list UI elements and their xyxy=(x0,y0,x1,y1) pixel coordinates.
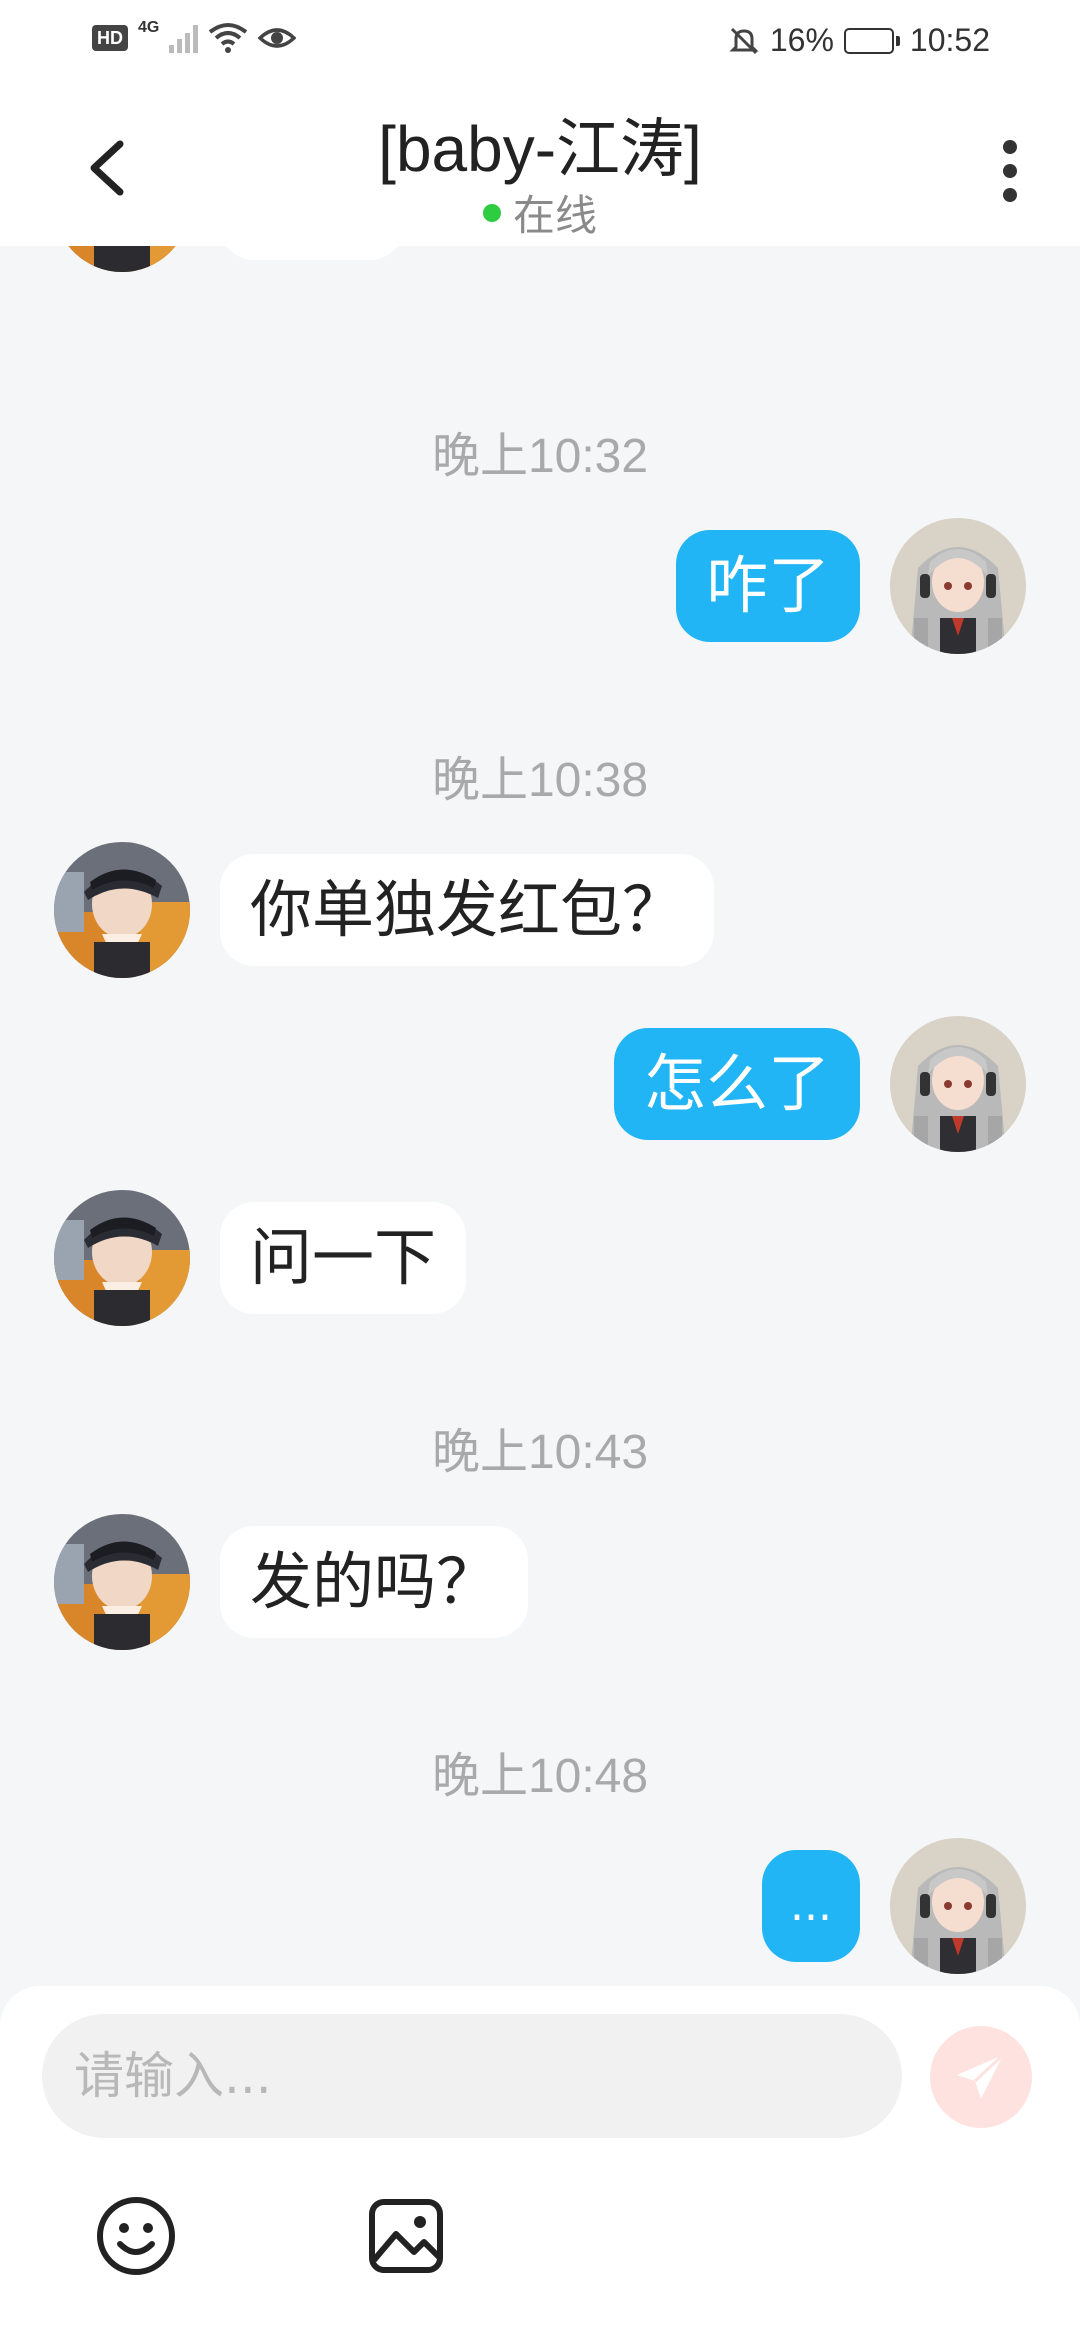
bell-off-icon xyxy=(729,27,759,54)
message-received: 问一下 xyxy=(54,1190,467,1326)
contact-avatar[interactable] xyxy=(54,842,190,978)
message-received: 在吗 xyxy=(54,246,405,272)
eye-icon xyxy=(258,28,297,48)
timestamp: 晚上10:48 xyxy=(431,1750,649,1803)
status-bar: HD 4G 16% 10:52 xyxy=(0,0,1080,84)
my-avatar[interactable] xyxy=(890,1838,1026,1974)
message-received: 你单独发红包？ xyxy=(54,842,715,978)
emoji-button[interactable] xyxy=(94,2194,178,2278)
message-bubble[interactable]: 问一下 xyxy=(220,1202,467,1314)
timestamp: 晚上10:43 xyxy=(431,1426,649,1479)
online-status: 在线 xyxy=(0,182,1080,243)
send-button[interactable] xyxy=(930,2026,1032,2128)
message-bubble[interactable]: 咋了 xyxy=(675,530,860,642)
message-bubble[interactable]: 你单独发红包？ xyxy=(220,854,715,966)
network-type: 4G xyxy=(138,19,160,36)
online-status-label: 在线 xyxy=(512,191,597,240)
image-button[interactable] xyxy=(364,2194,448,2278)
message-received: 发的吗？ xyxy=(54,1514,529,1650)
battery-icon xyxy=(843,27,900,54)
message-bubble[interactable]: 发的吗？ xyxy=(220,1526,529,1638)
message-sent: 咋了 xyxy=(675,518,1026,654)
online-dot-icon xyxy=(482,203,501,222)
status-bar-left: HD 4G xyxy=(92,19,297,54)
timestamp: 晚上10:32 xyxy=(431,430,649,483)
message-bubble[interactable]: ... xyxy=(762,1850,860,1962)
contact-name: [baby-江涛] xyxy=(378,113,702,185)
contact-avatar[interactable] xyxy=(54,1190,190,1326)
message-sent: ... xyxy=(762,1838,1026,1974)
message-sent: 怎么了 xyxy=(613,1016,1026,1152)
smiley-icon xyxy=(97,2197,175,2275)
my-avatar[interactable] xyxy=(890,1016,1026,1152)
message-list[interactable]: 在吗 晚上10:32 咋了 晚上10:38 你单独发红包？ 怎么了 问一下 晚上… xyxy=(0,246,1080,1986)
message-bubble[interactable]: 在吗 xyxy=(220,246,405,260)
message-bubble[interactable]: 怎么了 xyxy=(613,1028,860,1140)
paper-plane-icon xyxy=(957,2053,1005,2099)
hd-badge: HD xyxy=(92,25,128,51)
more-vertical-icon xyxy=(990,140,1030,202)
battery-percent: 16% xyxy=(769,22,834,58)
signal-icon xyxy=(169,23,199,53)
composer xyxy=(0,1986,1080,2340)
image-icon xyxy=(369,2199,443,2273)
status-bar-right: 16% 10:52 xyxy=(728,22,990,59)
message-input[interactable] xyxy=(42,2014,902,2138)
clock: 10:52 xyxy=(909,22,990,58)
chat-header: [baby-江涛] 在线 xyxy=(0,84,1080,246)
chat-screen: HD 4G 16% 10:52 [baby-江涛] 在线 晚上10:32 咋了 … xyxy=(0,0,1080,2340)
my-avatar[interactable] xyxy=(890,518,1026,654)
timestamp: 晚上10:38 xyxy=(431,754,649,807)
contact-avatar[interactable] xyxy=(54,1514,190,1650)
more-options-button[interactable] xyxy=(990,134,1030,204)
contact-avatar[interactable] xyxy=(54,246,190,272)
wifi-icon xyxy=(209,23,248,53)
